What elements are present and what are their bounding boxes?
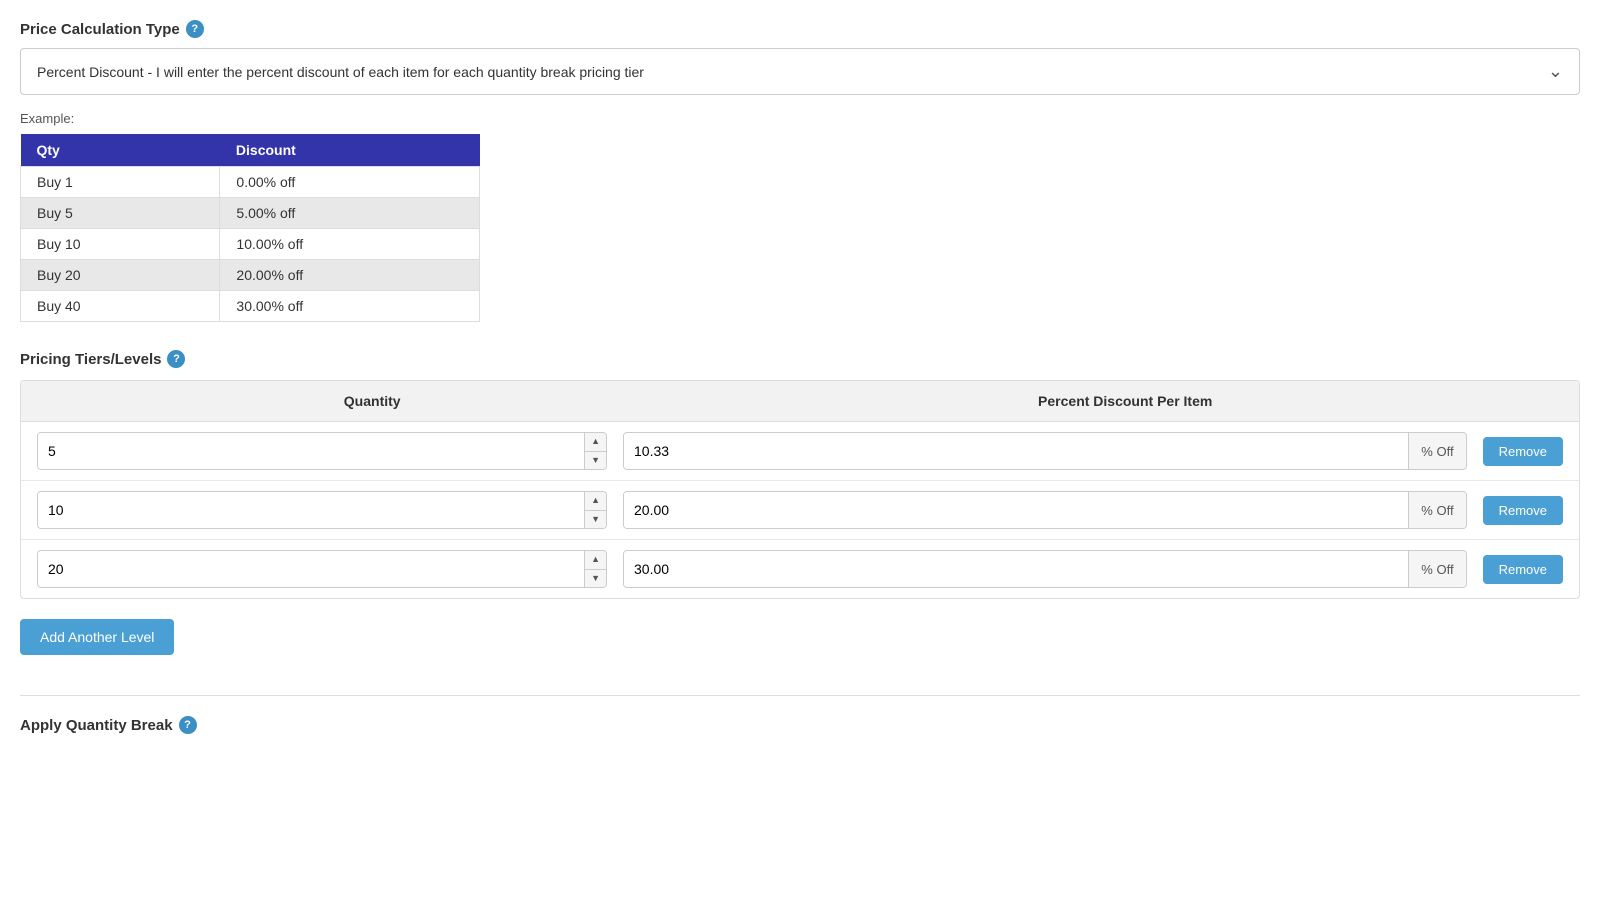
- pricing-tiers-help-icon[interactable]: ?: [167, 350, 185, 368]
- discount-input-wrapper: % Off: [623, 550, 1467, 588]
- apply-qty-break-title: Apply Quantity Break ?: [20, 716, 1580, 734]
- discount-suffix: % Off: [1408, 492, 1465, 528]
- price-calc-dropdown[interactable]: Percent Discount - I will enter the perc…: [20, 48, 1580, 95]
- qty-input[interactable]: [38, 551, 584, 587]
- example-table: Qty Discount Buy 10.00% offBuy 55.00% of…: [20, 134, 480, 322]
- qty-down-button[interactable]: ▼: [585, 511, 606, 529]
- apply-quantity-break-section: Apply Quantity Break ?: [20, 716, 1580, 734]
- qty-up-button[interactable]: ▲: [585, 492, 606, 511]
- qty-input[interactable]: [38, 433, 584, 469]
- discount-input-wrapper: % Off: [623, 432, 1467, 470]
- tiers-header-qty: Quantity: [37, 393, 647, 409]
- pricing-tiers-section: Pricing Tiers/Levels ? Quantity Percent …: [20, 350, 1580, 675]
- price-calc-help-icon[interactable]: ?: [186, 20, 204, 38]
- qty-up-button[interactable]: ▲: [585, 551, 606, 570]
- example-table-cell: Buy 10: [21, 229, 220, 260]
- qty-input-wrapper: ▲▼: [37, 491, 607, 529]
- remove-tier-button[interactable]: Remove: [1483, 555, 1563, 584]
- discount-input[interactable]: [624, 551, 1408, 587]
- example-table-cell: Buy 1: [21, 167, 220, 198]
- discount-suffix: % Off: [1408, 433, 1465, 469]
- example-table-header-discount: Discount: [220, 134, 480, 167]
- discount-input[interactable]: [624, 492, 1408, 528]
- remove-tier-button[interactable]: Remove: [1483, 437, 1563, 466]
- add-another-level-button[interactable]: Add Another Level: [20, 619, 174, 655]
- discount-input[interactable]: [624, 433, 1408, 469]
- qty-down-button[interactable]: ▼: [585, 570, 606, 588]
- apply-qty-break-help-icon[interactable]: ?: [179, 716, 197, 734]
- qty-input-wrapper: ▲▼: [37, 550, 607, 588]
- qty-down-button[interactable]: ▼: [585, 452, 606, 470]
- example-table-cell: 10.00% off: [220, 229, 480, 260]
- tier-row: ▲▼ % Off Remove: [21, 422, 1579, 481]
- chevron-down-icon: ⌄: [1548, 61, 1563, 82]
- price-calc-selected-option: Percent Discount - I will enter the perc…: [37, 64, 644, 80]
- section-divider: [20, 695, 1580, 696]
- tiers-header: Quantity Percent Discount Per Item: [21, 381, 1579, 422]
- example-table-cell: Buy 40: [21, 291, 220, 322]
- pricing-tiers-label: Pricing Tiers/Levels: [20, 351, 161, 368]
- tier-right: Remove: [1483, 437, 1563, 466]
- example-table-header-qty: Qty: [21, 134, 220, 167]
- example-table-cell: 0.00% off: [220, 167, 480, 198]
- example-table-cell: 5.00% off: [220, 198, 480, 229]
- example-table-cell: Buy 5: [21, 198, 220, 229]
- example-table-cell: 20.00% off: [220, 260, 480, 291]
- pricing-tiers-title: Pricing Tiers/Levels ?: [20, 350, 1580, 368]
- tiers-rows-container: ▲▼% OffRemove▲▼% OffRemove▲▼% OffRemove: [21, 422, 1579, 598]
- example-table-cell: 30.00% off: [220, 291, 480, 322]
- remove-tier-button[interactable]: Remove: [1483, 496, 1563, 525]
- price-calc-type-title: Price Calculation Type ?: [20, 20, 1580, 38]
- tier-right: Remove: [1483, 496, 1563, 525]
- discount-input-wrapper: % Off: [623, 491, 1467, 529]
- price-calc-type-label: Price Calculation Type: [20, 21, 180, 38]
- tier-row: ▲▼ % Off Remove: [21, 540, 1579, 598]
- tiers-header-discount: Percent Discount Per Item: [647, 393, 1563, 409]
- tiers-table-container: Quantity Percent Discount Per Item ▲▼% O…: [20, 380, 1580, 599]
- example-table-cell: Buy 20: [21, 260, 220, 291]
- qty-up-button[interactable]: ▲: [585, 433, 606, 452]
- tier-row: ▲▼ % Off Remove: [21, 481, 1579, 540]
- discount-suffix: % Off: [1408, 551, 1465, 587]
- qty-input-wrapper: ▲▼: [37, 432, 607, 470]
- tier-right: Remove: [1483, 555, 1563, 584]
- example-label: Example:: [20, 111, 1580, 126]
- apply-qty-break-label: Apply Quantity Break: [20, 717, 173, 734]
- qty-input[interactable]: [38, 492, 584, 528]
